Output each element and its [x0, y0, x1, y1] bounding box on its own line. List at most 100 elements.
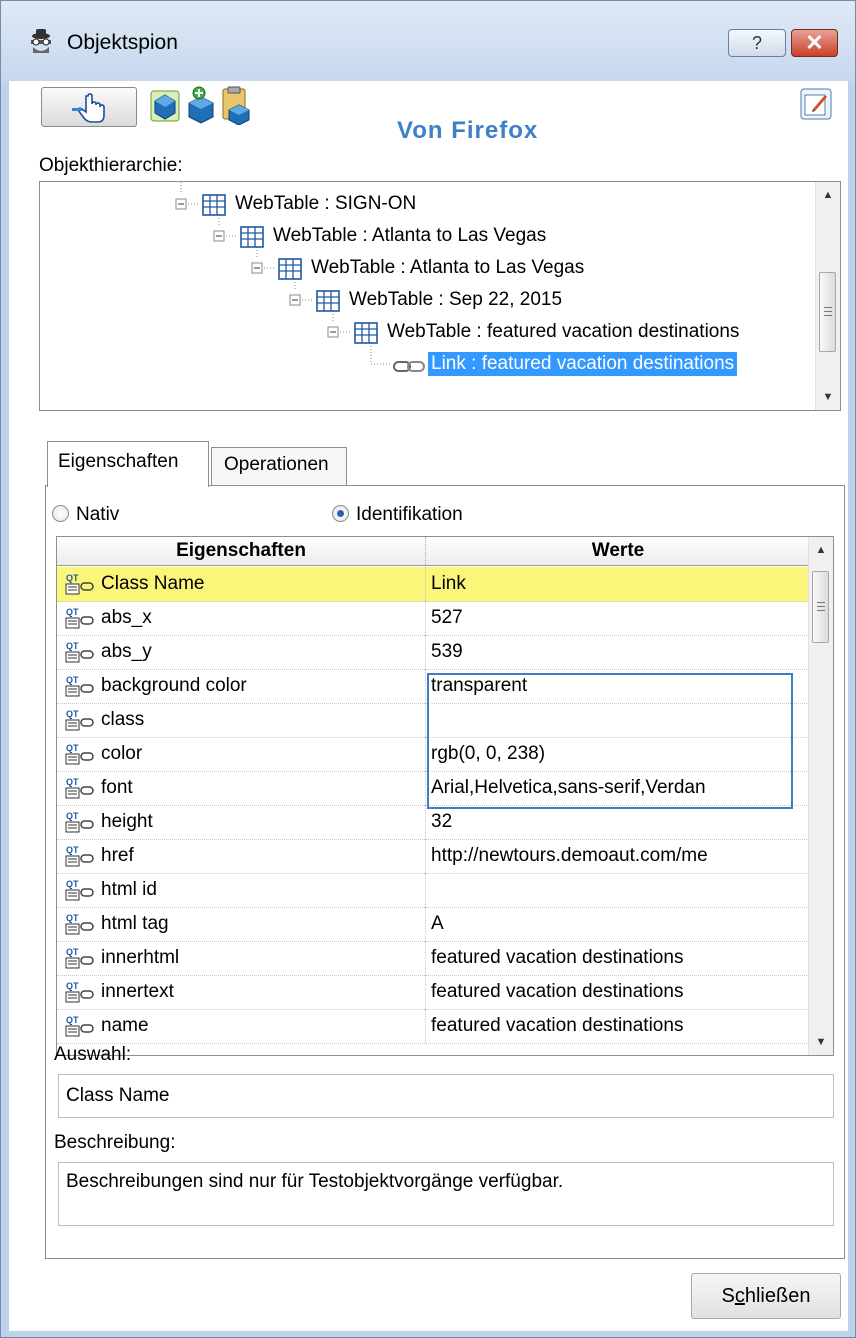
qt-property-icon: QT: [65, 913, 94, 935]
value-cell[interactable]: http://newtours.demoaut.com/me: [427, 839, 809, 873]
tree-scrollbar[interactable]: ▲ ▼: [815, 182, 840, 410]
property-name: Class Name: [101, 573, 205, 594]
qt-property-icon: QT: [65, 675, 94, 697]
dialog-client-area: Von Firefox Objekthierarchie: WebTable:…: [9, 81, 848, 1331]
property-cell[interactable]: QT html tag: [57, 907, 426, 941]
property-name: height: [101, 811, 153, 832]
svg-text:QT: QT: [66, 777, 79, 787]
header-property[interactable]: Eigenschaften: [57, 537, 426, 565]
svg-text:QT: QT: [66, 573, 79, 583]
clipboard-object-icon[interactable]: [219, 85, 251, 125]
svg-text:QT: QT: [66, 811, 79, 821]
property-name: name: [101, 1015, 149, 1036]
table-row[interactable]: QT innertext featured vacation destination…: [57, 975, 809, 1010]
value-cell[interactable]: 539: [427, 635, 809, 669]
scroll-down-arrow-icon[interactable]: ▼: [816, 386, 840, 408]
property-name: color: [101, 743, 143, 764]
pointing-hand-button[interactable]: [41, 87, 137, 127]
property-cell[interactable]: QT abs_y: [57, 635, 426, 669]
property-cell[interactable]: QT abs_x: [57, 601, 426, 635]
svg-text:QT: QT: [66, 709, 79, 719]
property-cell[interactable]: QT name: [57, 1009, 426, 1043]
table-row[interactable]: QT name featured vacation destinations: [57, 1009, 809, 1044]
property-cell[interactable]: QT height: [57, 805, 426, 839]
radio-circle: [52, 505, 69, 522]
table-row[interactable]: QT href http://newtours.demoaut.com/me: [57, 839, 809, 874]
property-name: html tag: [101, 913, 169, 934]
value-cell[interactable]: [427, 873, 809, 907]
property-name: background color: [101, 675, 247, 696]
value-cell[interactable]: Link: [427, 567, 809, 601]
object-hierarchy-tree[interactable]: WebTable : SIGN-ON WebTable : Atlanta to…: [39, 181, 841, 411]
scroll-down-arrow-icon[interactable]: ▼: [809, 1031, 833, 1053]
table-row[interactable]: QT abs_y 539: [57, 635, 809, 670]
property-cell[interactable]: QT href: [57, 839, 426, 873]
tab-operations[interactable]: Operationen: [211, 447, 347, 485]
qt-property-icon: QT: [65, 709, 94, 731]
scroll-up-arrow-icon[interactable]: ▲: [816, 184, 840, 206]
property-name: abs_x: [101, 607, 152, 628]
grid-scrollbar[interactable]: ▲ ▼: [808, 537, 833, 1055]
qt-property-icon: QT: [65, 811, 94, 833]
svg-text:QT: QT: [66, 675, 79, 685]
table-icon: [316, 290, 340, 312]
property-name: href: [101, 845, 134, 866]
grip-icon: [824, 307, 832, 308]
window-close-button[interactable]: ✕: [791, 29, 838, 57]
qt-property-icon: QT: [65, 845, 94, 867]
highlight-in-application-icon[interactable]: [799, 87, 833, 121]
property-cell[interactable]: QT background color: [57, 669, 426, 703]
property-cell[interactable]: QT class: [57, 703, 426, 737]
property-cell[interactable]: QT font: [57, 771, 426, 805]
qt-property-icon: QT: [65, 1015, 94, 1037]
table-row[interactable]: QT Class Name Link: [57, 567, 809, 602]
radio-circle-checked: [332, 505, 349, 522]
table-row[interactable]: QT abs_x 527: [57, 601, 809, 636]
table-row[interactable]: QT height 32: [57, 805, 809, 840]
close-button[interactable]: Schließen: [691, 1273, 841, 1319]
pointing-hand-icon: [72, 93, 105, 123]
add-to-repository-icon[interactable]: [185, 85, 217, 125]
tab-properties[interactable]: Eigenschaften: [47, 441, 209, 487]
qt-property-icon: QT: [65, 879, 94, 901]
add-object-icon[interactable]: [149, 85, 181, 125]
property-cell[interactable]: QT color: [57, 737, 426, 771]
title-bar[interactable]: Objektspion ? ✕: [1, 1, 855, 81]
value-cell[interactable]: featured vacation destinations: [427, 975, 809, 1009]
svg-text:QT: QT: [66, 641, 79, 651]
value-cell[interactable]: featured vacation destinations: [427, 941, 809, 975]
value-cell[interactable]: A: [427, 907, 809, 941]
description-label: Beschreibung:: [54, 1132, 176, 1153]
tree-node-label: WebTable : Atlanta to Las Vegas: [273, 225, 547, 246]
grip-icon: [817, 602, 825, 603]
property-name: innerhtml: [101, 947, 180, 968]
value-cell[interactable]: 32: [427, 805, 809, 839]
scroll-up-arrow-icon[interactable]: ▲: [809, 539, 833, 561]
table-row[interactable]: QT html id: [57, 873, 809, 908]
help-button[interactable]: ?: [728, 29, 786, 57]
header-value[interactable]: Werte: [427, 537, 809, 565]
property-cell[interactable]: QT innertext: [57, 975, 426, 1009]
qt-property-icon: QT: [65, 777, 94, 799]
close-label-accel: c: [734, 1285, 745, 1307]
table-row[interactable]: QT html tag A: [57, 907, 809, 942]
svg-text:QT: QT: [66, 981, 79, 991]
value-cell[interactable]: featured vacation destinations: [427, 1009, 809, 1043]
scroll-thumb[interactable]: [819, 272, 836, 352]
link-icon: [393, 361, 425, 372]
table-icon: [278, 258, 302, 280]
properties-grid[interactable]: Eigenschaften Werte QT Class Name Link QT ab…: [56, 536, 834, 1056]
value-cell[interactable]: 527: [427, 601, 809, 635]
tree-node-label: Link : featured vacation destinations: [428, 352, 738, 376]
table-row[interactable]: QT innerhtml featured vacation destination…: [57, 941, 809, 976]
property-cell[interactable]: QT innerhtml: [57, 941, 426, 975]
property-name: abs_y: [101, 641, 152, 662]
svg-text:QT: QT: [66, 845, 79, 855]
property-cell[interactable]: QT html id: [57, 873, 426, 907]
property-cell[interactable]: QT Class Name: [57, 567, 426, 601]
qt-property-icon: QT: [65, 981, 94, 1003]
grid-header: Eigenschaften Werte: [57, 537, 809, 566]
tree-node-label: WebTable : Sep 22, 2015: [349, 289, 563, 310]
description-field: Beschreibungen sind nur für Testobjektvo…: [58, 1162, 834, 1226]
scroll-thumb[interactable]: [812, 571, 829, 643]
